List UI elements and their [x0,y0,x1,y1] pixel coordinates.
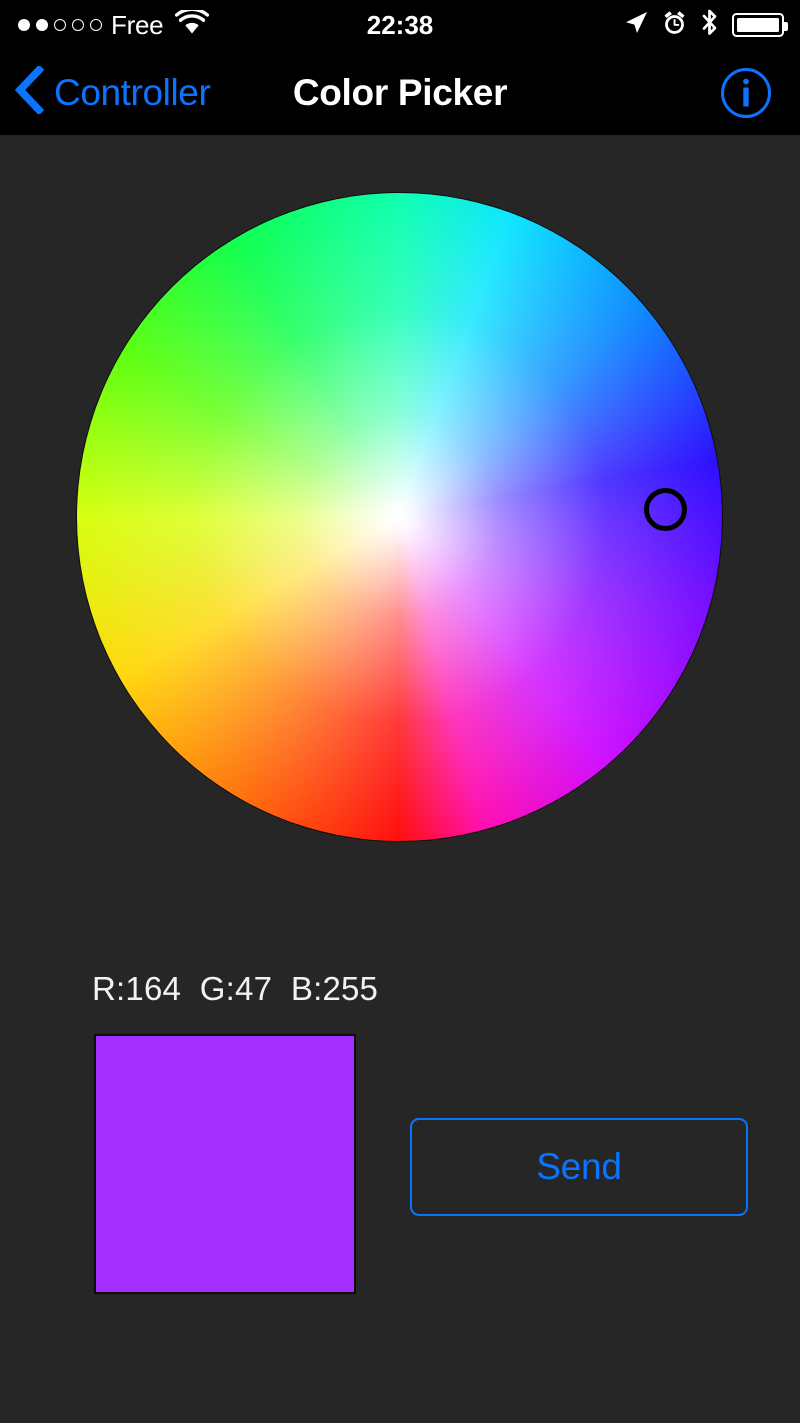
color-preview-swatch [94,1034,356,1294]
location-arrow-icon [623,10,649,41]
navigation-bar: Controller Color Picker [0,50,800,135]
color-wheel[interactable] [76,192,723,842]
status-bar: Free 22:38 [0,0,800,50]
battery-full-icon [732,13,788,37]
page-title: Color Picker [292,71,508,113]
send-button[interactable]: Send [410,1118,748,1216]
clock-label: 22:38 [366,10,434,40]
content-area: R:164 G:47 B:255 Send [0,135,800,1423]
circle-selector-icon[interactable] [644,488,687,531]
alarm-clock-icon [662,10,687,41]
bluetooth-icon [700,9,719,41]
color-picker-screen: Free 22:38 Controller Color Picker R:164… [0,0,800,1423]
info-circle-icon[interactable] [720,67,772,119]
color-wheel-container[interactable] [76,192,723,842]
rgb-values-label: R:164 G:47 B:255 [92,970,379,1007]
send-button-label: Send [536,1146,622,1187]
status-bar-right [623,0,788,50]
